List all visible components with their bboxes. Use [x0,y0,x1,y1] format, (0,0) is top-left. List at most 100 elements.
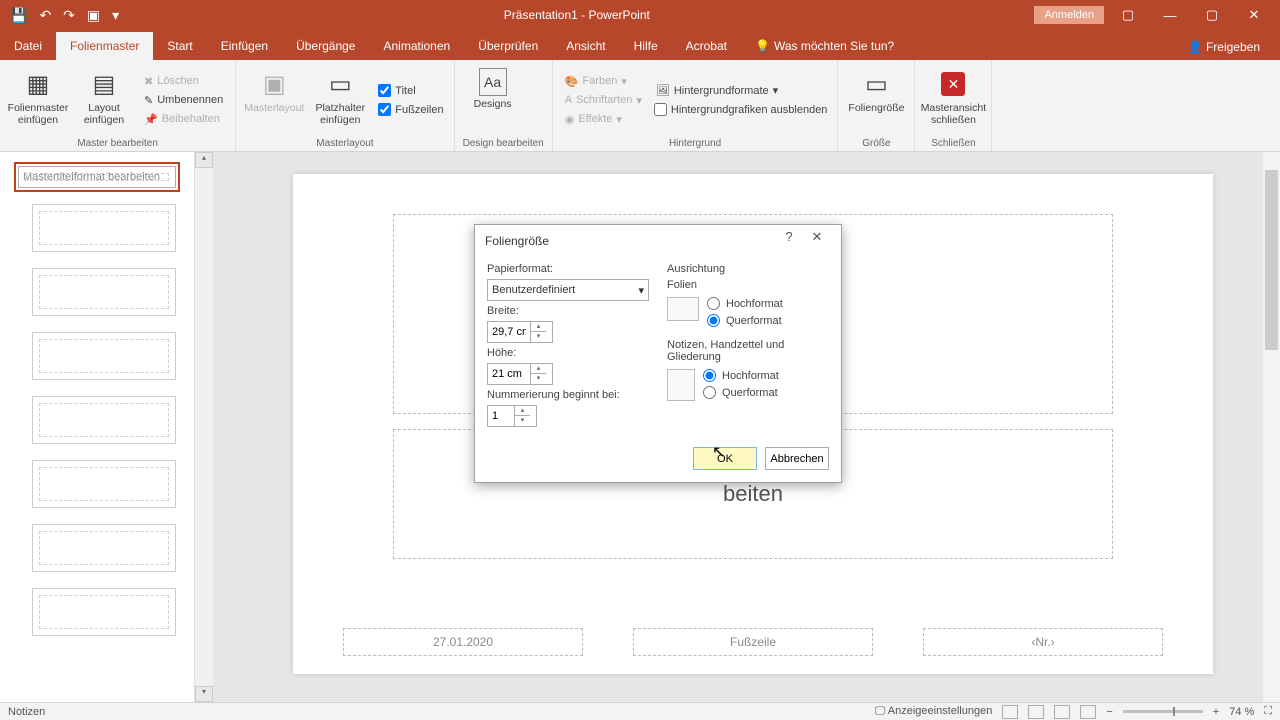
masterlayout-icon: ▣ [258,68,290,100]
notes-button[interactable]: Notizen [8,706,45,718]
height-label: Höhe: [487,347,649,359]
numbering-spinner[interactable]: ▴▾ [487,405,537,427]
fit-window-icon[interactable]: ⛶ [1264,705,1272,718]
layout-thumbnail[interactable] [32,332,176,380]
group-design-bearbeiten: Design bearbeiten [463,136,544,149]
fonts-button[interactable]: A Schriftarten ▾ [561,92,646,109]
layout-thumbnail[interactable] [32,268,176,316]
zoom-level[interactable]: 74 % [1229,706,1254,718]
reading-view-icon[interactable] [1054,705,1070,719]
slideshow-view-icon[interactable] [1080,705,1096,719]
paperformat-select[interactable]: Benutzerdefiniert▾ [487,279,649,301]
tell-me-search[interactable]: 💡 Was möchten Sie tun? [741,32,908,60]
layout-thumbnail[interactable] [32,460,176,508]
layout-thumbnail[interactable] [32,204,176,252]
width-label: Breite: [487,305,649,317]
share-button[interactable]: 👤 Freigeben [1188,40,1260,54]
sorter-view-icon[interactable] [1028,705,1044,719]
group-masterlayout: Masterlayout [244,136,445,149]
layout-thumbnail[interactable] [32,588,176,636]
hide-bg-graphics-checkbox[interactable]: Hintergrundgrafiken ausblenden [652,101,830,118]
slidenumber-placeholder[interactable]: ‹Nr.› [923,628,1163,656]
tab-ansicht[interactable]: Ansicht [552,32,619,60]
spin-up-icon[interactable]: ▴ [515,406,530,416]
close-master-icon: ✕ [941,72,965,96]
date-placeholder[interactable]: 27.01.2020 [343,628,583,656]
undo-icon[interactable]: ↶ [39,7,51,24]
slide-size-icon: ▭ [860,68,892,100]
zoom-out-icon[interactable]: − [1106,706,1112,718]
paperformat-label: Papierformat: [487,263,649,275]
group-master-bearbeiten: Master bearbeiten [8,136,227,149]
thumbs-scrollbar[interactable]: ▴ ▾ [195,152,213,702]
width-spinner[interactable]: ▴▾ [487,321,553,343]
tab-animationen[interactable]: Animationen [369,32,464,60]
insert-slidemaster-button[interactable]: ▦ Folienmaster einfügen [8,64,68,136]
minimize-icon[interactable]: — [1152,8,1188,23]
background-styles-button[interactable]: 🖼 Hintergrundformate ▾ [652,82,830,99]
placeholder-icon: ▭ [324,68,356,100]
qat-dropdown-icon[interactable]: ▾ [112,7,119,24]
slides-landscape-radio[interactable]: Querformat [707,312,783,329]
designs-button[interactable]: Aa Designs [463,64,523,136]
tab-uebergaenge[interactable]: Übergänge [282,32,369,60]
width-input[interactable] [488,326,530,338]
login-button[interactable]: Anmelden [1034,6,1104,24]
notes-landscape-radio[interactable]: Querformat [703,384,779,401]
insert-placeholder-button[interactable]: ▭ Platzhalter einfügen [310,64,370,136]
tab-datei[interactable]: Datei [0,32,56,60]
footer-placeholder[interactable]: Fußzeile [633,628,873,656]
rename-button[interactable]: ✎ Umbenennen [140,92,227,109]
spin-up-icon[interactable]: ▴ [531,322,546,332]
dialog-close-icon[interactable]: ✕ [803,229,831,253]
close-icon[interactable]: ✕ [1236,7,1272,23]
insert-layout-button[interactable]: ▤ Layout einfügen [74,64,134,136]
lightbulb-icon: 💡 [755,39,770,53]
maximize-icon[interactable]: ▢ [1194,7,1230,23]
tab-acrobat[interactable]: Acrobat [672,32,741,60]
redo-icon[interactable]: ↷ [63,7,75,24]
dialog-help-icon[interactable]: ? [775,229,803,253]
notes-portrait-radio[interactable]: Hochformat [703,367,779,384]
display-settings-button[interactable]: 🖵 Anzeigeeinstellungen [875,705,993,718]
delete-button[interactable]: ✖ Löschen [140,73,227,90]
designs-icon: Aa [479,68,507,96]
tab-hilfe[interactable]: Hilfe [620,32,672,60]
height-input[interactable] [488,368,530,380]
normal-view-icon[interactable] [1002,705,1018,719]
ok-button[interactable]: OK [693,447,757,470]
zoom-in-icon[interactable]: + [1213,706,1219,718]
preserve-button[interactable]: 📌 Beibehalten [140,111,227,128]
ribbon-options-icon[interactable]: ▢ [1110,7,1146,23]
tab-ueberpruefen[interactable]: Überprüfen [464,32,552,60]
tab-folienmaster[interactable]: Folienmaster [56,32,153,60]
zoom-slider[interactable] [1123,710,1203,713]
numbering-input[interactable] [488,410,514,422]
effects-button[interactable]: ◉ Effekte ▾ [561,111,646,128]
save-icon[interactable]: 💾 [10,7,27,24]
group-schliessen: Schließen [923,136,983,149]
footers-checkbox[interactable]: Fußzeilen [376,101,445,118]
tab-start[interactable]: Start [153,32,206,60]
master-thumbnail[interactable]: Mastertitelformat bearbeiten [18,166,176,188]
spin-down-icon[interactable]: ▾ [531,332,546,342]
close-master-button[interactable]: ✕ Masteransicht schließen [923,64,983,136]
masterlayout-button: ▣ Masterlayout [244,64,304,136]
cancel-button[interactable]: Abbrechen [765,447,829,470]
tab-einfuegen[interactable]: Einfügen [207,32,282,60]
slides-portrait-radio[interactable]: Hochformat [707,295,783,312]
numbering-label: Nummerierung beginnt bei: [487,389,649,401]
canvas-scrollbar[interactable] [1263,152,1280,702]
colors-button[interactable]: 🎨 Farben ▾ [561,73,646,90]
spin-up-icon[interactable]: ▴ [531,364,546,374]
spin-down-icon[interactable]: ▾ [515,416,530,426]
spin-down-icon[interactable]: ▾ [531,374,546,384]
ribbon: ▦ Folienmaster einfügen ▤ Layout einfüge… [0,60,1280,152]
slide-size-button[interactable]: ▭ Foliengröße [846,64,906,136]
layout-thumbnail[interactable] [32,524,176,572]
title-checkbox[interactable]: Titel [376,82,445,99]
layout-thumbnail[interactable] [32,396,176,444]
title-bar: 💾 ↶ ↷ ▣ ▾ Präsentation1 - PowerPoint Anm… [0,0,1280,30]
height-spinner[interactable]: ▴▾ [487,363,553,385]
slideshow-icon[interactable]: ▣ [87,7,100,24]
